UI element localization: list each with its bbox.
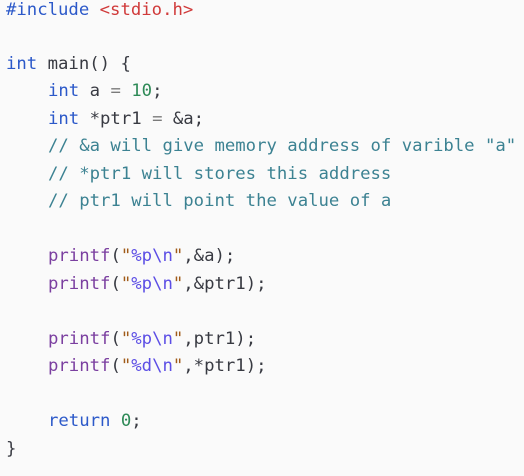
comment-2: // *ptr1 will stores this address (48, 164, 392, 184)
printf-3-args: ,ptr1); (183, 329, 257, 349)
printf-2-quote-close: " (172, 274, 184, 294)
code-line-printf-1: printf("%p\n",&a); (6, 243, 235, 270)
return-keyword: return (48, 411, 111, 431)
code-line-close-brace: } (6, 436, 16, 463)
int-ptr-rest: &a; (162, 109, 205, 129)
close-brace: } (6, 439, 17, 459)
int-a-assign: = (110, 81, 121, 101)
code-line-printf-4: printf("%d\n",*ptr1); (6, 353, 267, 380)
int-ptr-assign: = (152, 109, 163, 129)
printf-4-escape: \n (152, 356, 173, 376)
printf-2-quote-open: " (120, 274, 132, 294)
return-value: 0 (120, 411, 132, 431)
code-line-int-ptr: int *ptr1 = &a; (6, 106, 204, 133)
printf-1-quote-close: " (172, 246, 184, 266)
printf-3-quote-open: " (120, 329, 132, 349)
printf-1-quote-open: " (120, 246, 132, 266)
code-line-comment-3: // ptr1 will point the value of a (6, 188, 391, 215)
include-header: <stdio.h> (99, 0, 194, 20)
int-ptr-name: *ptr1 (79, 109, 153, 129)
printf-3-quote-close: " (172, 329, 184, 349)
printf-2-escape: \n (152, 274, 173, 294)
printf-3-escape: \n (152, 329, 173, 349)
int-a-name: a (79, 81, 111, 101)
printf-1-fn: printf (48, 246, 111, 266)
code-line-return: return 0; (6, 408, 142, 435)
code-line-main-signature: int main() { (6, 51, 131, 78)
code-line-int-a: int a = 10; (6, 78, 162, 105)
code-line-printf-2: printf("%p\n",&ptr1); (6, 271, 267, 298)
printf-1-format: %p (131, 246, 153, 266)
printf-2-args: ,&ptr1); (183, 274, 267, 294)
printf-3-fn: printf (48, 329, 111, 349)
return-end: ; (131, 411, 142, 431)
printf-2-fn: printf (48, 274, 111, 294)
printf-4-quote-close: " (172, 356, 184, 376)
int-a-value: 10 (131, 81, 153, 101)
printf-1-escape: \n (152, 246, 173, 266)
code-line-include: #include <stdio.h> (6, 0, 193, 24)
printf-1-open: ( (110, 246, 121, 266)
printf-2-open: ( (110, 274, 121, 294)
comment-3: // ptr1 will point the value of a (48, 191, 392, 211)
int-ptr-type: int (48, 109, 80, 129)
printf-4-fn: printf (48, 356, 111, 376)
printf-3-format: %p (131, 329, 153, 349)
comment-1: // &a will give memory address of varibl… (48, 136, 517, 156)
main-return-type: int (6, 54, 38, 74)
code-line-printf-3: printf("%p\n",ptr1); (6, 326, 256, 353)
include-directive: #include (6, 0, 90, 20)
printf-4-quote-open: " (120, 356, 132, 376)
int-a-type: int (48, 81, 80, 101)
printf-4-format: %d (131, 356, 153, 376)
printf-2-format: %p (131, 274, 153, 294)
int-a-end: ; (152, 81, 163, 101)
printf-4-open: ( (110, 356, 121, 376)
code-editor: #include <stdio.h> int main() { int a = … (0, 0, 524, 476)
main-signature: main() { (37, 54, 131, 74)
code-line-comment-2: // *ptr1 will stores this address (6, 161, 391, 188)
printf-4-args: ,*ptr1); (183, 356, 267, 376)
printf-3-open: ( (110, 329, 121, 349)
code-line-comment-1: // &a will give memory address of varibl… (6, 133, 516, 160)
printf-1-args: ,&a); (183, 246, 236, 266)
